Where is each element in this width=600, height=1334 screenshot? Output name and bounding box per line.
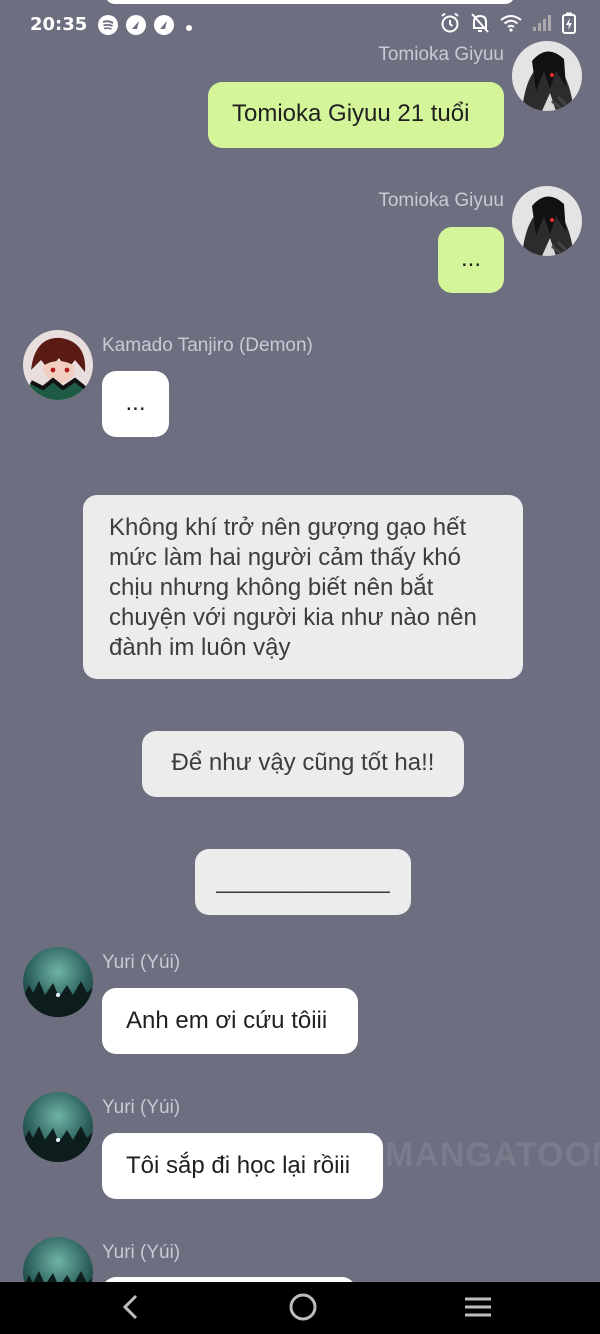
back-icon[interactable] [116,1292,144,1326]
message-bubble[interactable]: Tomioka Giyuu 21 tuổi [208,82,504,148]
message-bubble[interactable]: Tôi sắp đi học lại rồiii [102,1133,383,1199]
message-bubble[interactable]: ... [438,227,504,293]
sender-name: Yuri (Yúi) [102,1242,181,1263]
sender-name: Kamado Tanjiro (Demon) [102,335,313,356]
message-bubble[interactable]: Anh em ơi cứu tôiii [102,988,358,1054]
sender-name: Tomioka Giyuu [378,44,504,65]
notification-icons [98,15,192,40]
narration-bubble: Để như vậy cũng tốt ha!! [142,731,464,797]
wifi-icon [500,14,522,37]
mute-icon [470,12,490,39]
previous-message-bubble-edge [105,0,515,4]
home-icon[interactable] [288,1292,318,1326]
status-bar: 20:35 [0,0,600,52]
sender-name: Tomioka Giyuu [378,190,504,211]
alarm-icon [440,12,460,39]
avatar-kamado-tanjiro[interactable] [23,330,93,400]
sender-name: Yuri (Yúi) [102,952,181,973]
sender-name: Yuri (Yúi) [102,1097,181,1118]
avatar-tomioka-giyuu[interactable] [512,186,582,256]
dot-icon [186,24,192,31]
status-time: 20:35 [30,14,88,35]
system-icons [440,12,576,39]
signal-icon [532,14,552,37]
navigation-icon [126,15,146,40]
watermark: MANGATOON [385,1136,600,1174]
avatar-yuri[interactable] [23,947,93,1017]
menu-icon[interactable] [462,1292,494,1326]
avatar-yuri[interactable] [23,1092,93,1162]
navigation-icon [154,15,174,40]
avatar-tomioka-giyuu[interactable] [512,41,582,111]
divider-bubble: _____________ [195,849,411,915]
navigation-bar [0,1282,600,1334]
narration-bubble: Không khí trở nên gượng gạo hết mức làm … [83,495,523,679]
message-bubble[interactable]: ... [102,371,169,437]
battery-charging-icon [562,12,576,39]
spotify-icon [98,15,118,40]
